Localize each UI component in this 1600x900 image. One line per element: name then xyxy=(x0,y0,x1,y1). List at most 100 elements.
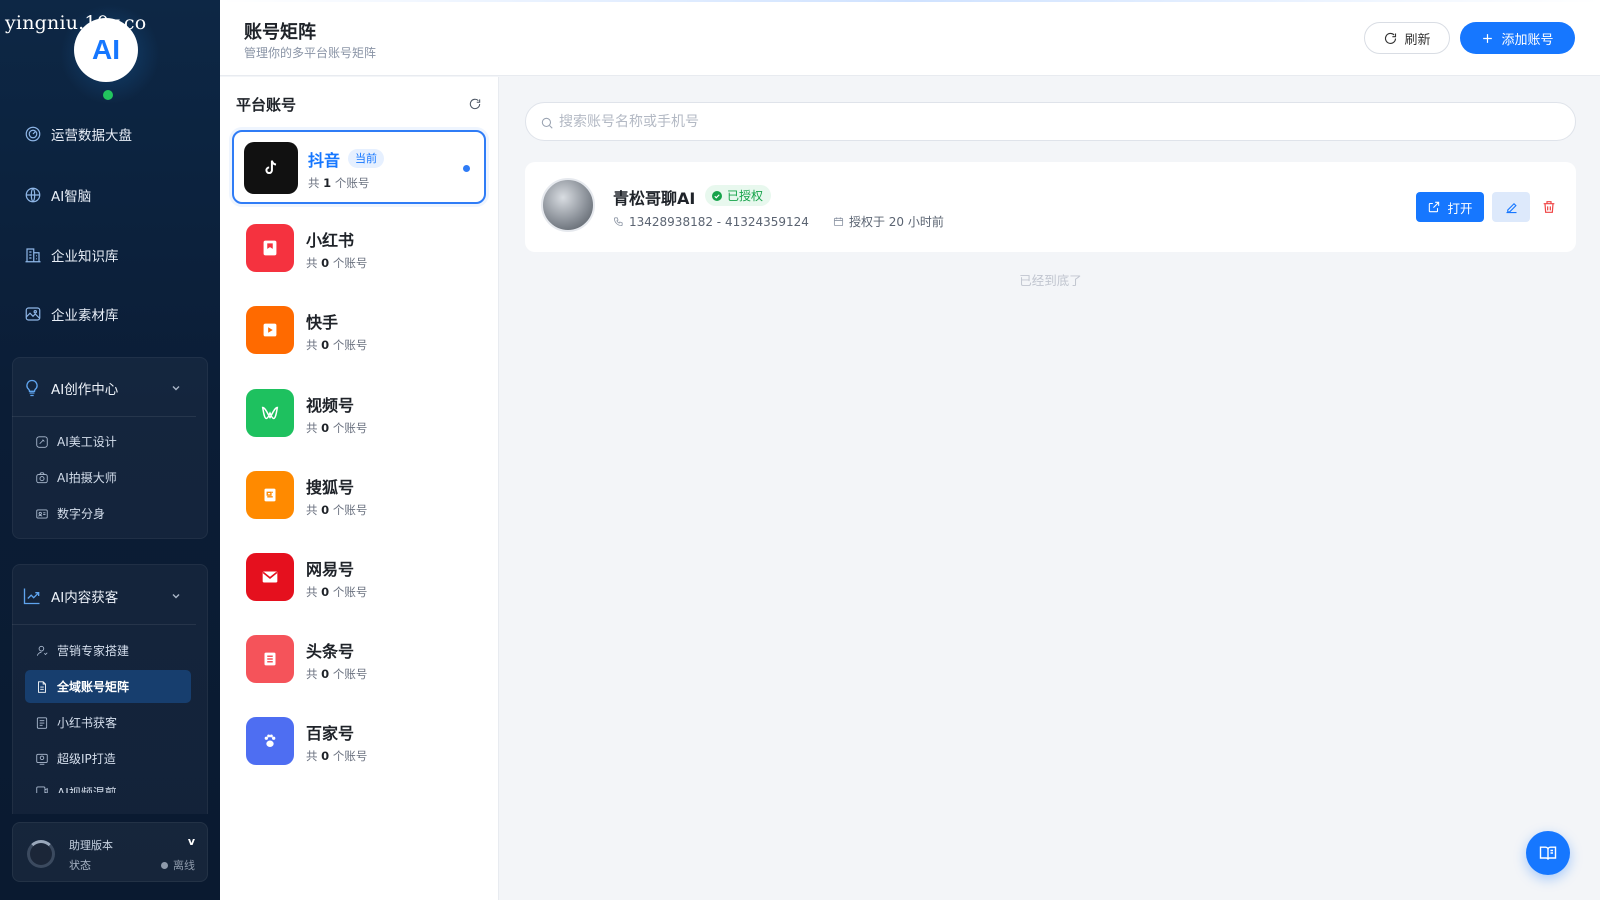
refresh-icon[interactable] xyxy=(468,97,482,111)
sub-item-label: 营销专家搭建 xyxy=(57,644,130,658)
status-label: 状态 xyxy=(69,859,91,872)
group-label: AI创作中心 xyxy=(51,382,119,398)
count-suffix: 个账号 xyxy=(332,503,368,517)
count-value: 0 xyxy=(321,667,330,681)
sidebar-item-account-matrix[interactable]: 全域账号矩阵 xyxy=(25,670,191,703)
trash-icon xyxy=(1543,201,1555,213)
sub-item-clip: AI视频混剪 xyxy=(25,778,191,793)
sidebar-item-ai-design[interactable]: AI美工设计 xyxy=(25,425,191,458)
count-value: 0 xyxy=(321,503,330,517)
platform-item-xiaohongshu[interactable]: 小红书 共 0 个账号 xyxy=(232,212,486,286)
platform-count: 共 0 个账号 xyxy=(306,255,367,271)
news-icon xyxy=(246,635,294,683)
edit-account-button[interactable] xyxy=(1492,192,1530,222)
sidebar-item-ai-photo[interactable]: AI拍摄大师 xyxy=(25,461,191,494)
sidebar-item-marketing-expert[interactable]: 营销专家搭建 xyxy=(25,634,191,667)
book-icon xyxy=(36,716,48,729)
add-account-button[interactable]: 添加账号 xyxy=(1460,22,1575,54)
page-subtitle: 管理你的多平台账号矩阵 xyxy=(244,46,377,60)
count-prefix: 共 xyxy=(306,421,318,435)
pencil-icon xyxy=(1506,202,1517,213)
image-icon xyxy=(25,307,41,321)
refresh-label: 刷新 xyxy=(1404,32,1431,48)
sub-item-label: 小红书获客 xyxy=(57,716,118,730)
document-icon xyxy=(38,680,46,693)
help-book-button[interactable] xyxy=(1526,831,1570,875)
platform-item-douyin[interactable]: 抖音 当前 共 1 个账号 xyxy=(232,130,486,204)
platform-name: 搜狐号 xyxy=(306,478,355,497)
globe-icon xyxy=(25,187,41,203)
watermark-text: yingniu.10v.co xyxy=(5,12,147,34)
group-divider xyxy=(12,624,196,625)
platform-count: 共 0 个账号 xyxy=(306,502,367,518)
status-text: 已授权 xyxy=(727,189,764,203)
platform-name: 快手 xyxy=(306,313,339,332)
count-value: 0 xyxy=(321,585,330,599)
check-circle-icon xyxy=(712,190,722,201)
count-prefix: 共 xyxy=(306,749,318,763)
book-open-icon xyxy=(1539,846,1557,860)
plus-icon xyxy=(1483,33,1493,43)
refresh-button[interactable]: 刷新 xyxy=(1364,22,1450,54)
count-suffix: 个账号 xyxy=(332,585,368,599)
platform-item-netease[interactable]: 网易号 共 0 个账号 xyxy=(232,541,486,615)
sidebar-item-dashboard[interactable]: 运营数据大盘 xyxy=(24,120,132,148)
avatar xyxy=(541,178,595,232)
status-badge: 离线 xyxy=(161,857,195,873)
count-suffix: 个账号 xyxy=(332,749,368,763)
group-header-ai-creation[interactable]: AI创作中心 xyxy=(22,373,186,403)
chevron-down-icon xyxy=(172,594,180,599)
count-prefix: 共 xyxy=(306,338,318,352)
group-header-ai-acquisition[interactable]: AI内容获客 xyxy=(22,581,186,611)
platform-name: 小红书 xyxy=(306,231,355,250)
platform-item-sohu[interactable]: 搜狐号 共 0 个账号 xyxy=(232,459,486,533)
count-value: 0 xyxy=(321,421,330,435)
status-badge: 已授权 xyxy=(705,185,772,206)
account-search[interactable] xyxy=(525,102,1576,141)
assistant-version-card[interactable]: 助理版本 v 状态 离线 xyxy=(12,822,208,882)
sidebar: yingniu.10v.co AI 运营数据大盘 AI智脑 企业知识库 企业素材… xyxy=(0,0,220,900)
count-prefix: 共 xyxy=(308,176,320,190)
platform-item-channels[interactable]: 视频号 共 0 个账号 xyxy=(232,377,486,451)
sidebar-item-ai-brain[interactable]: AI智脑 xyxy=(24,181,91,209)
count-prefix: 共 xyxy=(306,667,318,681)
search-input[interactable] xyxy=(559,103,1559,140)
chevron-down-icon xyxy=(172,386,180,391)
sub-item-label: AI视频混剪 xyxy=(57,786,117,793)
platform-item-kuaishou[interactable]: 快手 共 0 个账号 xyxy=(232,294,486,368)
sidebar-item-xiaohongshu-acquisition[interactable]: 小红书获客 xyxy=(25,706,191,739)
sidebar-item-digital-avatar[interactable]: 数字分身 xyxy=(25,497,191,530)
platform-item-baijiahao[interactable]: 百家号 共 0 个账号 xyxy=(232,705,486,779)
delete-account-button[interactable] xyxy=(1534,192,1564,222)
platform-item-toutiao[interactable]: 头条号 共 0 个账号 xyxy=(232,623,486,697)
trend-icon xyxy=(23,588,40,605)
account-phone: 13428938182 - 41324359124 xyxy=(629,214,809,229)
sidebar-item-super-ip[interactable]: 超级IP打造 xyxy=(25,742,191,775)
paw-icon xyxy=(246,717,294,765)
account-name: 青松哥聊AI xyxy=(613,189,696,208)
sub-item-label: 超级IP打造 xyxy=(57,752,116,766)
count-suffix: 个账号 xyxy=(332,256,368,270)
platform-count: 共 0 个账号 xyxy=(306,337,367,353)
sidebar-item-ai-video-mix[interactable]: AI视频混剪 xyxy=(25,778,191,793)
platform-panel-title: 平台账号 xyxy=(236,96,297,114)
sidebar-item-asset-library[interactable]: 企业素材库 xyxy=(24,300,119,328)
platform-name: 视频号 xyxy=(306,396,355,415)
loading-spinner-icon xyxy=(27,840,55,868)
count-suffix: 个账号 xyxy=(334,176,370,190)
sidebar-item-knowledge-base[interactable]: 企业知识库 xyxy=(24,241,119,269)
count-value: 0 xyxy=(321,749,330,763)
calendar-icon xyxy=(833,217,843,227)
channels-butterfly-icon xyxy=(246,389,294,437)
platform-count: 共 0 个账号 xyxy=(306,584,367,600)
mail-icon xyxy=(246,553,294,601)
sohu-doc-icon xyxy=(246,471,294,519)
refresh-icon xyxy=(1385,32,1397,44)
sidebar-item-label: 运营数据大盘 xyxy=(51,128,132,144)
open-account-button[interactable]: 打开 xyxy=(1416,192,1484,222)
platform-count: 共 0 个账号 xyxy=(306,748,367,764)
count-prefix: 共 xyxy=(306,256,318,270)
status-value: 离线 xyxy=(173,859,195,872)
palette-icon xyxy=(36,435,48,448)
count-value: 0 xyxy=(321,256,330,270)
